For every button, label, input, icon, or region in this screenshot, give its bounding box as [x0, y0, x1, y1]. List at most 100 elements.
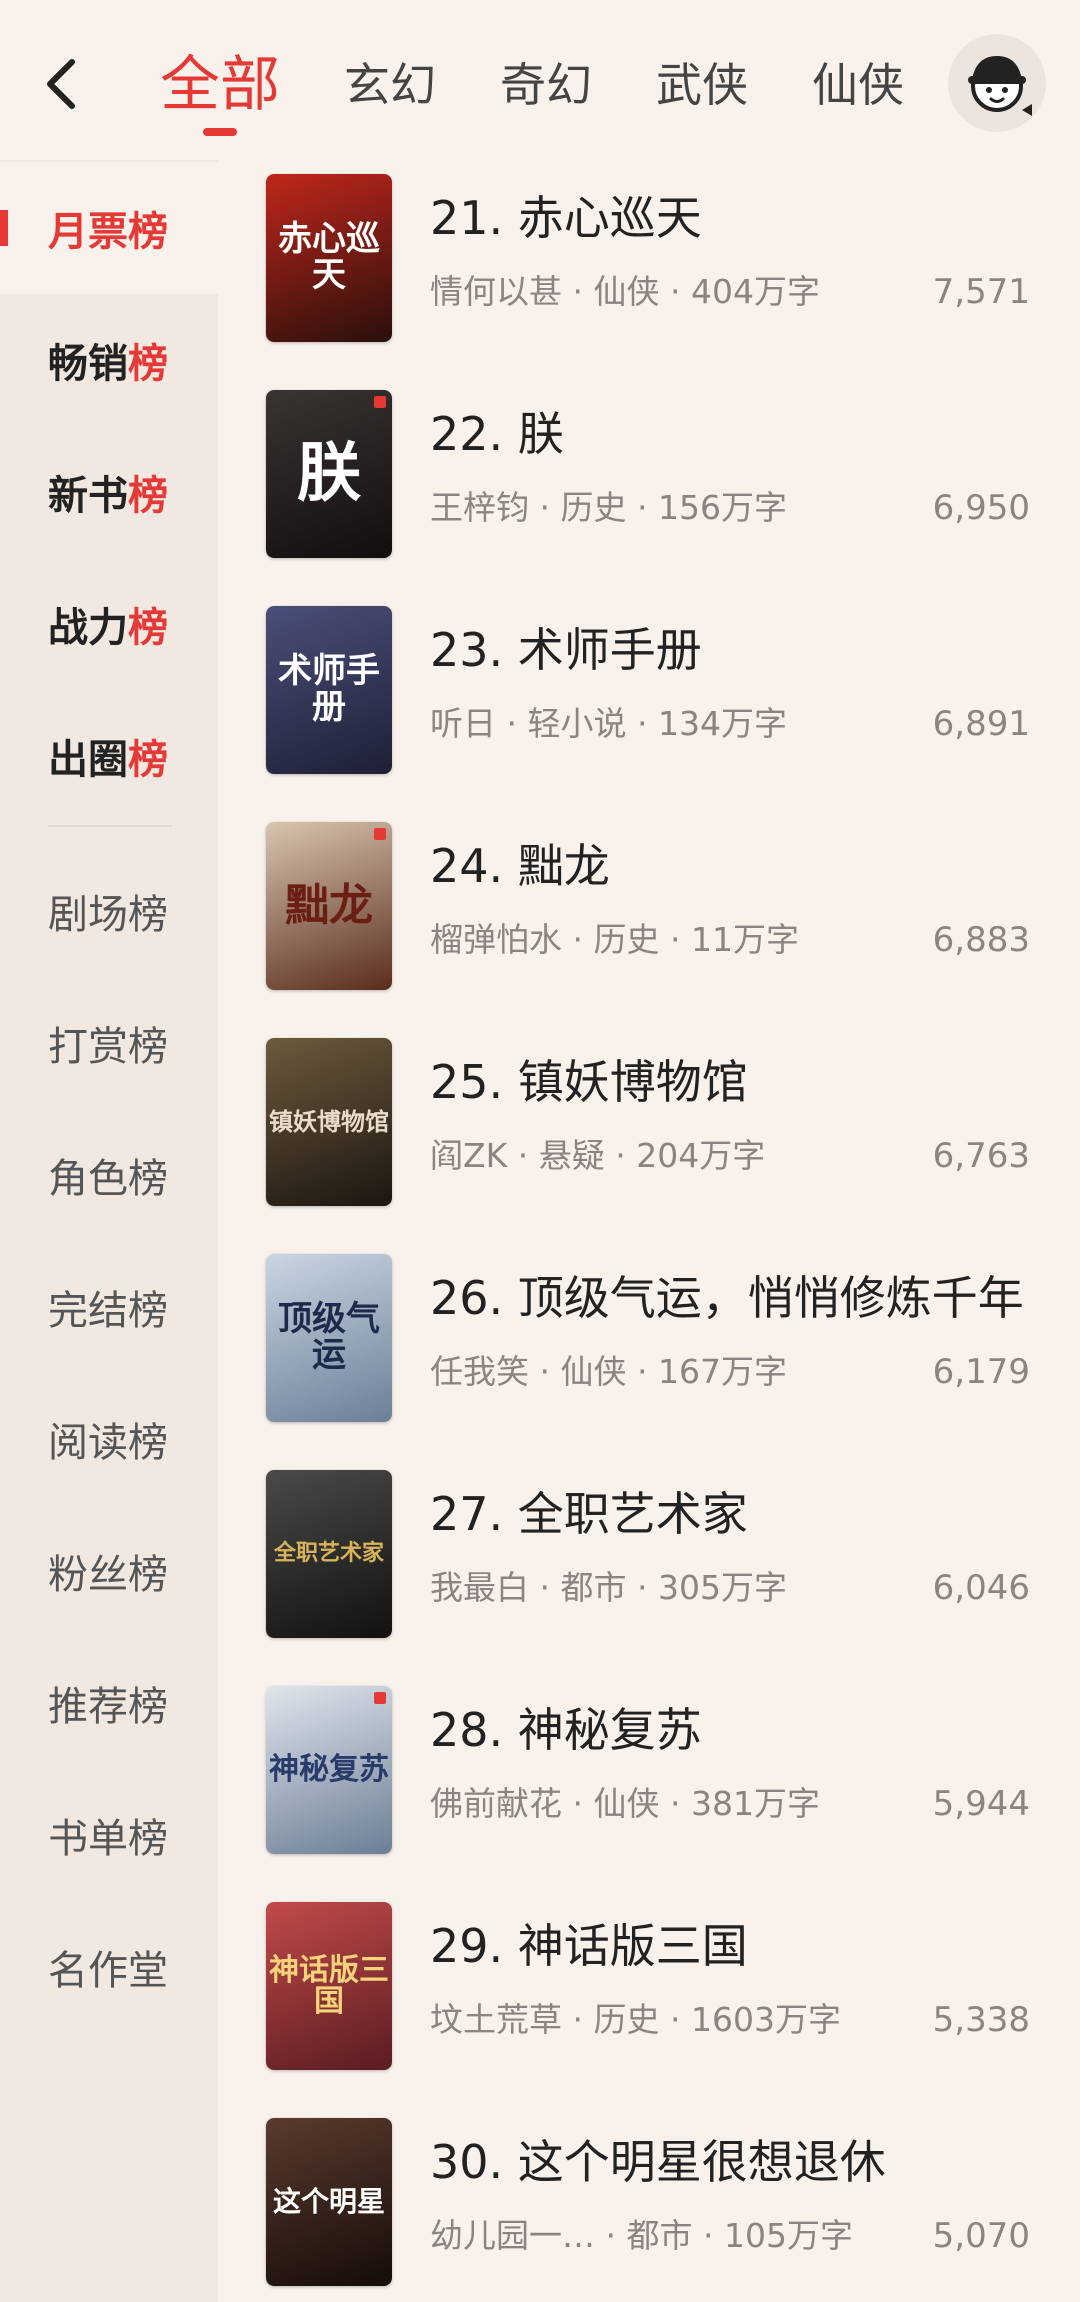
book-votes: 6,179: [932, 1352, 1030, 1392]
tab-qihuan[interactable]: 奇幻: [500, 40, 592, 130]
book-cover[interactable]: 全职艺术家: [266, 1470, 392, 1638]
book-row[interactable]: 朕 22. 朕 王梓钧 · 历史 · 156万字 6,950: [218, 376, 1080, 592]
publisher-badge-icon: [374, 828, 386, 840]
sidebar-item-hall-of-fame[interactable]: 名作堂: [0, 1901, 218, 2033]
book-genre: 仙侠: [560, 1352, 627, 1391]
sidebar-item-bestseller[interactable]: 畅销榜: [0, 294, 218, 426]
sidebar-item-tip[interactable]: 打赏榜: [0, 977, 218, 1109]
tab-wuxia[interactable]: 武侠: [656, 40, 748, 130]
sidebar-item-booklist[interactable]: 书单榜: [0, 1769, 218, 1901]
book-title[interactable]: 30. 这个明星很想退休: [430, 2132, 1050, 2192]
book-title[interactable]: 23. 术师手册: [430, 620, 1050, 680]
book-cover-title: 术师手册: [278, 651, 380, 727]
book-title[interactable]: 27. 全职艺术家: [430, 1484, 1050, 1544]
book-genre: 都市: [626, 2216, 693, 2255]
book-meta: 听日 · 轻小说 · 134万字: [430, 704, 787, 743]
book-cover[interactable]: 朕: [266, 390, 392, 558]
book-row[interactable]: 赤心巡天 21. 赤心巡天 情何以甚 · 仙侠 · 404万字 7,571: [218, 160, 1080, 376]
book-votes: 6,950: [932, 488, 1030, 528]
book-author: 坟土荒草: [430, 2000, 562, 2039]
book-cover-title: 这个明星: [272, 2185, 385, 2219]
sidebar-item-label: 出圈: [48, 737, 128, 783]
book-word-count: 381万字: [690, 1784, 820, 1823]
book-genre: 悬疑: [538, 1136, 605, 1175]
book-row[interactable]: 术师手册 23. 术师手册 听日 · 轻小说 · 134万字 6,891: [218, 592, 1080, 808]
book-votes: 6,763: [932, 1136, 1030, 1176]
book-votes: 6,883: [932, 920, 1030, 960]
book-meta: 佛前献花 · 仙侠 · 381万字: [430, 1784, 820, 1823]
book-author: 阎ZK: [430, 1136, 508, 1175]
book-word-count: 11万字: [690, 920, 799, 959]
sidebar-item-completed[interactable]: 完结榜: [0, 1241, 218, 1373]
book-cover[interactable]: 镇妖博物馆: [266, 1038, 392, 1206]
book-cover[interactable]: 术师手册: [266, 606, 392, 774]
book-votes: 5,070: [932, 2216, 1030, 2256]
book-author: 我最白: [430, 1568, 529, 1607]
sidebar-item-character[interactable]: 角色榜: [0, 1109, 218, 1241]
sidebar-item-power[interactable]: 战力榜: [0, 558, 218, 690]
book-cover[interactable]: 顶级气运: [266, 1254, 392, 1422]
tab-xuanhuan[interactable]: 玄幻: [344, 40, 436, 130]
book-title[interactable]: 28. 神秘复苏: [430, 1700, 1050, 1760]
book-genre: 历史: [593, 2000, 660, 2039]
book-title[interactable]: 26. 顶级气运，悄悄修炼千年: [430, 1268, 1050, 1328]
book-meta: 榴弹怕水 · 历史 · 11万字: [430, 920, 799, 959]
back-button[interactable]: [22, 44, 102, 124]
book-title[interactable]: 25. 镇妖博物馆: [430, 1052, 1050, 1112]
user-avatar-button[interactable]: [948, 34, 1046, 132]
sidebar-item-label: 月票: [48, 209, 128, 255]
book-cover[interactable]: 赤心巡天: [266, 174, 392, 342]
book-cover-title: 全职艺术家: [273, 1540, 384, 1567]
book-votes: 6,046: [932, 1568, 1030, 1608]
sidebar-item-theater[interactable]: 剧场榜: [0, 845, 218, 977]
book-meta: 幼儿园一… · 都市 · 105万字: [430, 2216, 853, 2255]
book-cover-title: 顶级气运: [278, 1299, 380, 1375]
user-avatar-icon: [968, 56, 1032, 116]
chevron-left-icon: [47, 59, 75, 109]
book-meta: 坟土荒草 · 历史 · 1603万字: [430, 2000, 841, 2039]
book-cover[interactable]: 神秘复苏: [266, 1686, 392, 1854]
book-title[interactable]: 24. 黜龙: [430, 836, 1050, 896]
book-cover-title: 神秘复苏: [269, 1752, 389, 1788]
book-title[interactable]: 29. 神话版三国: [430, 1916, 1050, 1976]
sidebar-item-recommend[interactable]: 推荐榜: [0, 1637, 218, 1769]
sidebar-item-new-book[interactable]: 新书榜: [0, 426, 218, 558]
category-tabs: 全部 玄幻 奇幻 武侠 仙侠: [160, 40, 968, 136]
book-cover[interactable]: 黜龙: [266, 822, 392, 990]
sidebar-divider: [48, 825, 172, 827]
sidebar-item-label: 畅销: [48, 341, 128, 387]
book-row[interactable]: 顶级气运 26. 顶级气运，悄悄修炼千年 任我笑 · 仙侠 · 167万字 6,…: [218, 1240, 1080, 1456]
book-author: 情何以甚: [430, 272, 562, 311]
book-row[interactable]: 黜龙 24. 黜龙 榴弹怕水 · 历史 · 11万字 6,883: [218, 808, 1080, 1024]
book-row[interactable]: 全职艺术家 27. 全职艺术家 我最白 · 都市 · 305万字 6,046: [218, 1456, 1080, 1672]
book-row[interactable]: 这个明星 30. 这个明星很想退休 幼儿园一… · 都市 · 105万字 5,0…: [218, 2104, 1080, 2302]
publisher-badge-icon: [374, 396, 386, 408]
book-cover[interactable]: 神话版三国: [266, 1902, 392, 2070]
book-genre: 仙侠: [593, 272, 660, 311]
book-meta: 任我笑 · 仙侠 · 167万字: [430, 1352, 787, 1391]
book-genre: 仙侠: [593, 1784, 660, 1823]
book-title[interactable]: 22. 朕: [430, 404, 1050, 464]
sidebar-item-suffix: 榜: [128, 209, 168, 255]
tab-xianxia[interactable]: 仙侠: [812, 40, 904, 130]
book-votes: 7,571: [932, 272, 1030, 312]
sidebar-item-fans[interactable]: 粉丝榜: [0, 1505, 218, 1637]
sidebar-item-suffix: 榜: [128, 473, 168, 519]
book-cover-title: 镇妖博物馆: [269, 1107, 389, 1137]
book-genre: 历史: [593, 920, 660, 959]
book-row[interactable]: 镇妖博物馆 25. 镇妖博物馆 阎ZK · 悬疑 · 204万字 6,763: [218, 1024, 1080, 1240]
book-row[interactable]: 神话版三国 29. 神话版三国 坟土荒草 · 历史 · 1603万字 5,338: [218, 1888, 1080, 2104]
sidebar-item-monthly-ticket[interactable]: 月票榜: [0, 162, 218, 294]
book-cover-title: 神话版三国: [269, 1952, 389, 2019]
sidebar-item-reading[interactable]: 阅读榜: [0, 1373, 218, 1505]
tab-all[interactable]: 全部: [160, 40, 280, 136]
book-genre: 都市: [560, 1568, 627, 1607]
book-cover[interactable]: 这个明星: [266, 2118, 392, 2286]
book-title[interactable]: 21. 赤心巡天: [430, 188, 1050, 248]
book-word-count: 1603万字: [690, 2000, 841, 2039]
sidebar-item-label: 战力: [48, 605, 128, 651]
book-row[interactable]: 神秘复苏 28. 神秘复苏 佛前献花 · 仙侠 · 381万字 5,944: [218, 1672, 1080, 1888]
sidebar-item-breakout[interactable]: 出圈榜: [0, 690, 218, 822]
book-word-count: 167万字: [657, 1352, 787, 1391]
book-word-count: 156万字: [657, 488, 787, 527]
